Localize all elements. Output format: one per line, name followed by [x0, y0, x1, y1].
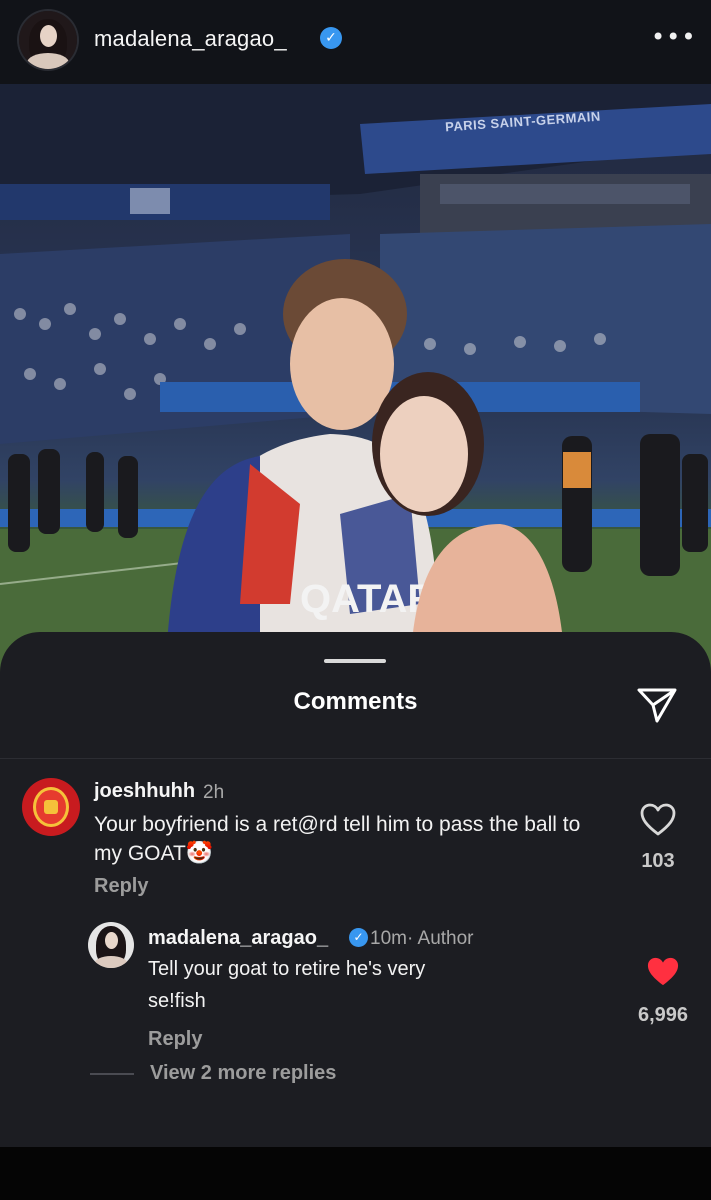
man-face	[290, 298, 394, 430]
glass-window	[440, 184, 690, 204]
reply-meta: 10m· Author	[370, 928, 474, 949]
club-crest-icon	[33, 787, 69, 827]
reply-text-line-2: se!fish	[148, 990, 206, 1012]
comment-body: Your boyfriend is a ret@rd tell him to p…	[94, 813, 581, 865]
reply-username[interactable]: madalena_aragao_	[148, 927, 328, 950]
comment-reply-button[interactable]: Reply	[94, 875, 148, 898]
comment-time: 2h	[203, 782, 225, 803]
post-header: madalena_aragao_ ✓ •••	[0, 0, 711, 84]
clown-emoji: 🤡	[185, 841, 214, 866]
woman-face	[380, 396, 468, 512]
reply-like-count: 6,996	[637, 1004, 689, 1026]
replier-avatar[interactable]	[88, 922, 134, 968]
heart-icon[interactable]	[640, 803, 676, 837]
comments-sheet: Comments joeshhuhh 2h Your boyfriend is …	[0, 632, 711, 1147]
comments-title: Comments	[293, 688, 418, 715]
avatar-shoulders	[94, 956, 128, 968]
send-icon[interactable]	[636, 686, 678, 724]
sheet-divider	[0, 758, 711, 759]
reply-reply-button[interactable]: Reply	[148, 1028, 202, 1051]
comment-like-count: 103	[641, 850, 675, 872]
post-photo[interactable]: QATAR PARIS SAINT-GERMAIN	[0, 84, 711, 684]
verified-badge-icon: ✓	[349, 928, 368, 947]
more-options-icon[interactable]: •••	[651, 22, 695, 52]
stadium-photo-illustration: QATAR	[0, 84, 711, 684]
avatar-face	[105, 932, 118, 949]
avatar-face	[40, 25, 57, 47]
sheet-drag-handle[interactable]	[324, 659, 386, 663]
comment-username[interactable]: joeshhuhh	[94, 780, 195, 803]
post-username[interactable]: madalena_aragao_	[94, 26, 287, 52]
view-more-replies-button[interactable]: View 2 more replies	[150, 1062, 336, 1085]
avatar-shoulders	[27, 53, 69, 69]
reply-text: Tell your goat to retire he's very se!fi…	[148, 953, 478, 1017]
view-replies-line	[90, 1073, 134, 1075]
heart-filled-icon[interactable]	[646, 956, 680, 988]
stand-flag	[130, 188, 170, 214]
comment-text: Your boyfriend is a ret@rd tell him to p…	[94, 810, 614, 868]
commenter-avatar[interactable]	[22, 778, 80, 836]
profile-avatar[interactable]	[19, 11, 77, 69]
bottom-bar	[0, 1147, 711, 1200]
reply-text-line-1: Tell your goat to retire he's very	[148, 958, 426, 980]
steward-vest	[563, 452, 591, 488]
verified-badge-icon: ✓	[320, 27, 342, 49]
